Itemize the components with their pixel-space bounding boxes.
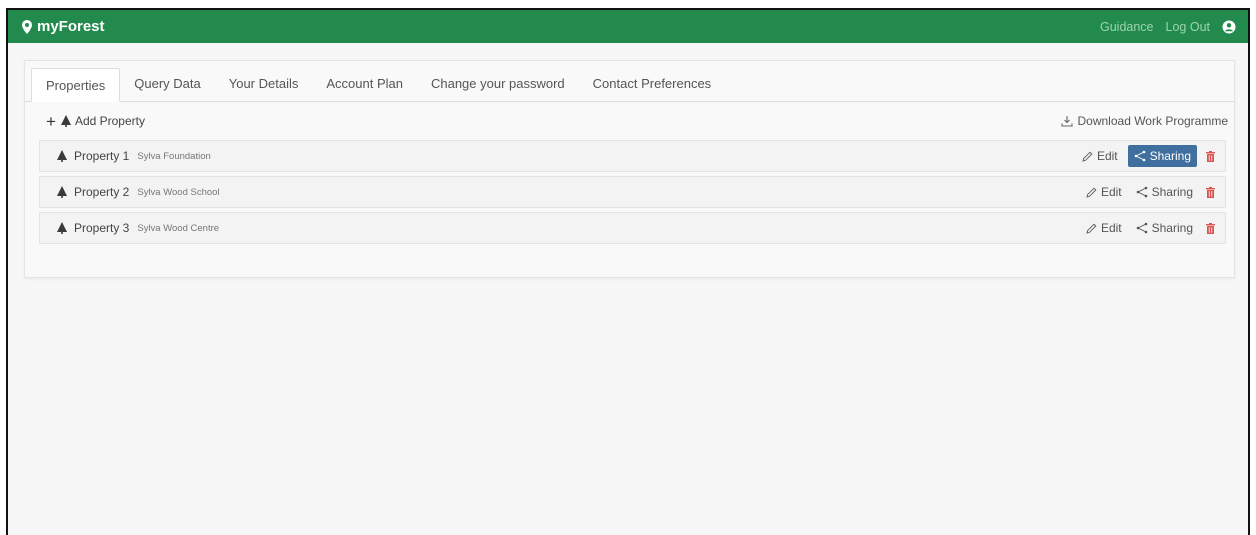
user-icon[interactable] [1222,20,1236,34]
sharing-label: Sharing [1151,185,1193,199]
trash-icon [1205,186,1215,198]
map-pin-icon [22,19,32,34]
trash-icon [1205,222,1215,234]
edit-label: Edit [1100,185,1122,199]
property-organisation: Sylva Wood School [137,186,220,198]
brand[interactable]: myForest [22,18,105,35]
sharing-button[interactable]: Sharing [1127,145,1197,167]
sharing-button[interactable]: Sharing [1132,217,1197,239]
tree-icon [57,186,67,198]
tree-icon [60,115,71,127]
tab-bar: Properties Query Data Your Details Accou… [25,61,1234,102]
app-window: myForest Guidance Log Out Properties Que… [6,8,1250,535]
property-list: Property 1 Sylva Foundation Edit Sharing… [25,140,1234,244]
properties-panel: Properties Query Data Your Details Accou… [24,60,1235,278]
tab-account-plan[interactable]: Account Plan [312,67,417,101]
property-info: Property 1 Sylva Foundation [56,149,211,163]
delete-button[interactable] [1203,145,1217,167]
logout-link[interactable]: Log Out [1166,20,1210,34]
tab-change-password[interactable]: Change your password [417,67,579,101]
tree-icon [57,222,67,234]
trash-icon [1205,150,1215,162]
edit-button[interactable]: Edit [1082,181,1126,203]
nav-links: Guidance Log Out [1100,20,1236,34]
edit-button[interactable]: Edit [1078,145,1122,167]
tree-icon [57,150,67,162]
guidance-link[interactable]: Guidance [1100,20,1154,34]
property-info: Property 2 Sylva Wood School [56,185,220,199]
property-organisation: Sylva Foundation [137,150,211,162]
edit-label: Edit [1100,221,1122,235]
delete-button[interactable] [1203,181,1217,203]
share-icon [1136,222,1147,234]
pencil-icon [1082,151,1093,162]
tab-your-details[interactable]: Your Details [215,67,313,101]
property-name[interactable]: Property 1 [74,149,129,163]
edit-label: Edit [1096,149,1118,163]
tab-query-data[interactable]: Query Data [120,67,214,101]
sharing-button[interactable]: Sharing [1132,181,1197,203]
download-work-programme-button[interactable]: Download Work Programme [1060,114,1229,128]
share-icon [1136,186,1147,198]
share-icon [1134,150,1145,162]
plus-icon: + [46,111,56,131]
property-actions: Edit Sharing [1082,181,1217,203]
property-info: Property 3 Sylva Wood Centre [56,221,219,235]
edit-button[interactable]: Edit [1082,217,1126,239]
properties-toolbar: + Add Property Download Work Programme [25,102,1234,140]
property-actions: Edit Sharing [1078,145,1217,167]
property-name[interactable]: Property 3 [74,221,129,235]
property-row[interactable]: Property 2 Sylva Wood School Edit Sharin… [39,176,1226,208]
pencil-icon [1086,223,1097,234]
property-row[interactable]: Property 3 Sylva Wood Centre Edit Sharin… [39,212,1226,244]
top-navbar: myForest Guidance Log Out [8,10,1248,43]
sharing-label: Sharing [1151,221,1193,235]
download-icon [1060,116,1073,127]
download-label: Download Work Programme [1077,114,1229,128]
property-name[interactable]: Property 2 [74,185,129,199]
property-row[interactable]: Property 1 Sylva Foundation Edit Sharing [39,140,1226,172]
add-property-button[interactable]: + Add Property [46,113,145,130]
property-actions: Edit Sharing [1082,217,1217,239]
delete-button[interactable] [1203,217,1217,239]
tab-properties[interactable]: Properties [31,68,121,102]
sharing-label: Sharing [1149,149,1191,163]
property-organisation: Sylva Wood Centre [137,222,220,234]
brand-name: myForest [37,18,105,35]
add-property-label: Add Property [74,114,145,128]
pencil-icon [1086,187,1097,198]
tab-contact-preferences[interactable]: Contact Preferences [579,67,726,101]
